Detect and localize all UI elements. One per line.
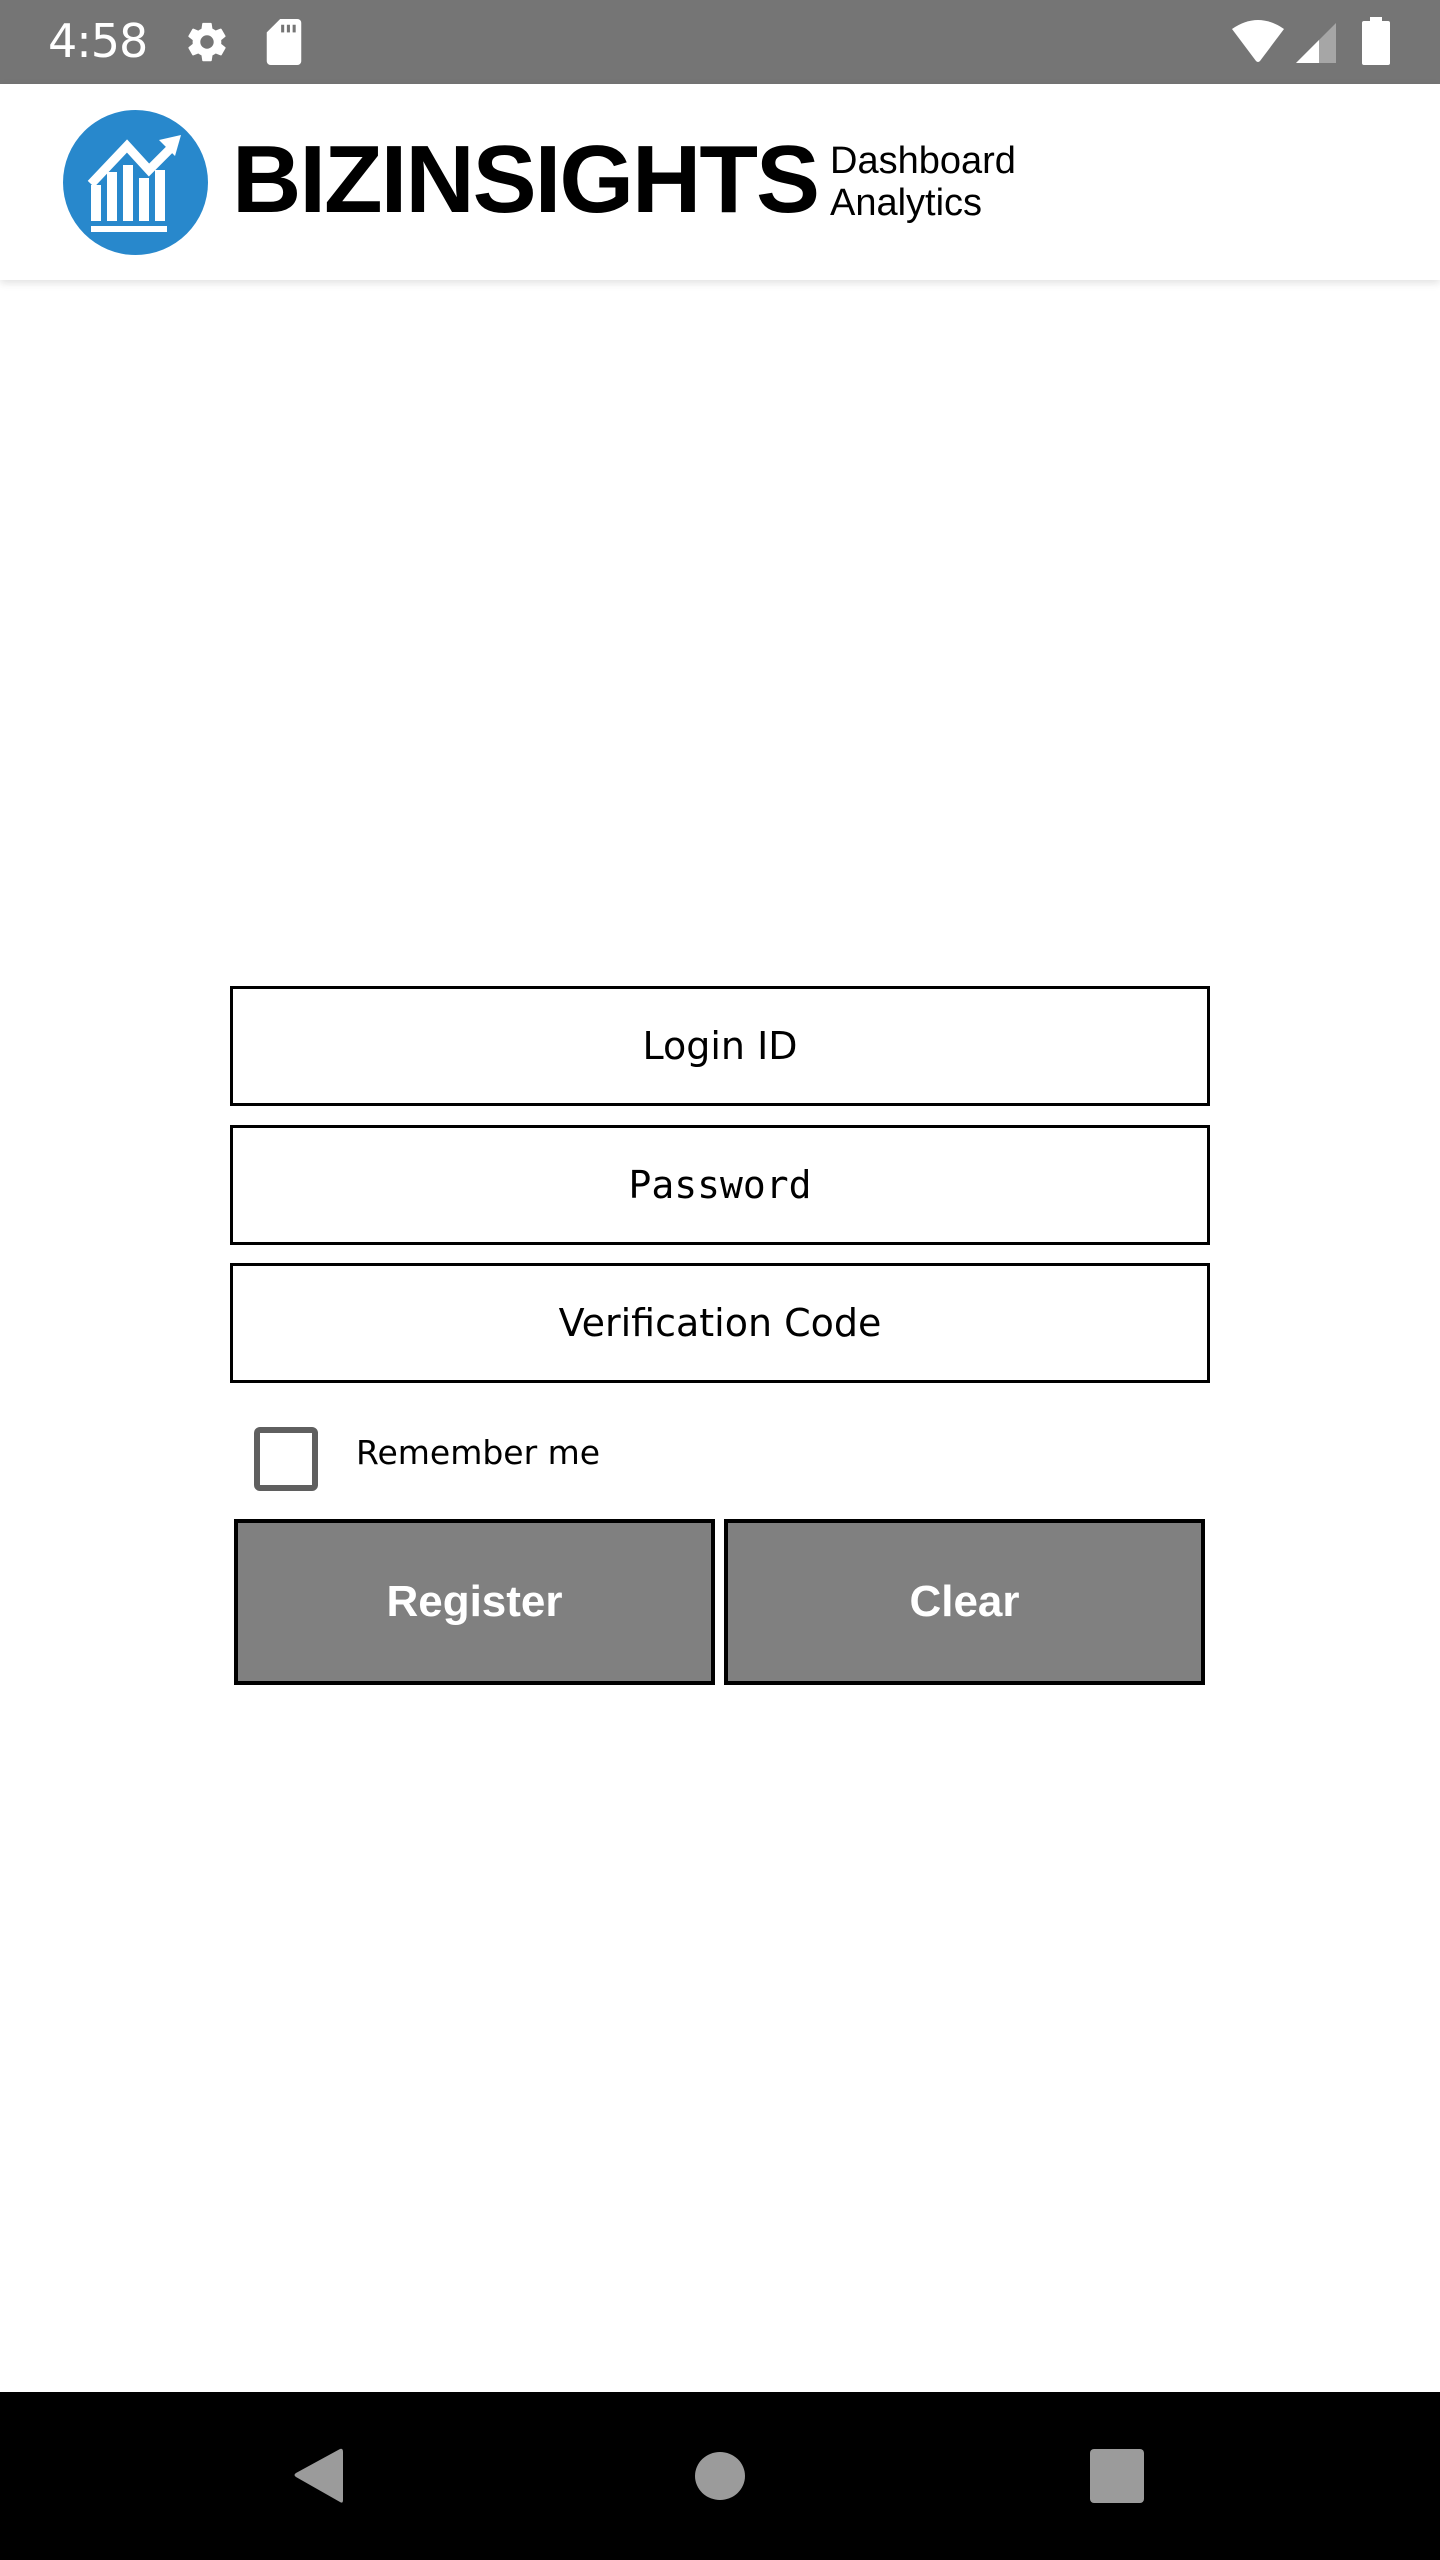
remember-me-checkbox[interactable] (254, 1427, 318, 1491)
status-time: 4:58 (48, 14, 148, 68)
brand-subtitle-line1: Dashboard (830, 140, 1016, 182)
gear-icon (188, 22, 226, 62)
brand-subtitle-line2: Analytics (830, 182, 983, 224)
app-header: BIZINSIGHTS Dashboard Analytics (0, 84, 1440, 280)
brand-logo (63, 110, 208, 255)
brand-subtitle: Dashboard Analytics (830, 140, 1016, 224)
sd-card-icon (266, 19, 302, 65)
brand-name: BIZINSIGHTS (232, 126, 820, 233)
register-button[interactable]: Register (234, 1519, 715, 1685)
recents-icon[interactable] (1088, 2447, 1146, 2505)
remember-me-row[interactable]: Remember me (254, 1426, 600, 1492)
bar-chart-trend-up-icon (87, 135, 181, 232)
back-icon[interactable] (283, 2440, 353, 2510)
verification-code-input[interactable] (230, 1263, 1210, 1383)
clear-button[interactable]: Clear (724, 1519, 1205, 1685)
password-input[interactable] (230, 1125, 1210, 1245)
battery-icon (1362, 17, 1390, 65)
status-bar: 4:58 (0, 0, 1440, 84)
home-icon[interactable] (690, 2446, 750, 2506)
cell-signal-icon (1296, 23, 1336, 63)
remember-me-label: Remember me (356, 1432, 601, 1472)
wifi-icon (1232, 20, 1284, 62)
login-id-input[interactable] (230, 986, 1210, 1106)
